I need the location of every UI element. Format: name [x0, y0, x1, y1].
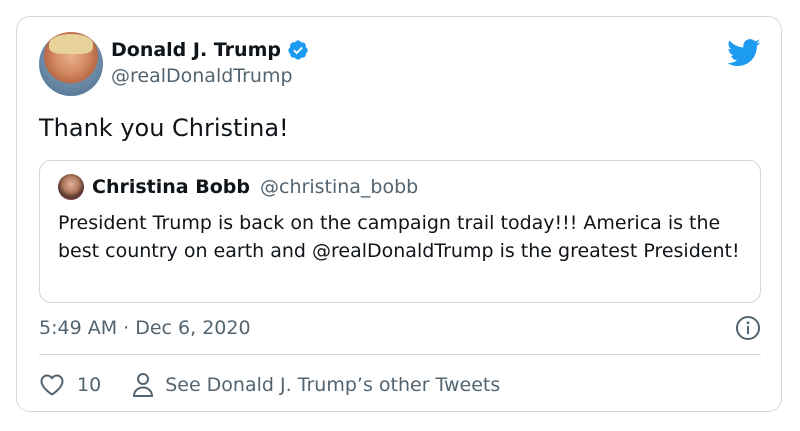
info-icon[interactable] [735, 315, 761, 341]
tweet-text: Thank you Christina! [39, 114, 289, 142]
person-icon [133, 373, 154, 397]
tweet-timestamp[interactable]: 5:49 AM · Dec 6, 2020 [39, 317, 251, 339]
like-count: 10 [77, 374, 102, 396]
author-name-row: Donald J. Trump [111, 39, 309, 61]
action-bar: 10 See Donald J. Trump’s other Tweets [39, 372, 500, 398]
quoted-author-avatar[interactable] [58, 174, 84, 200]
see-other-tweets-link[interactable]: See Donald J. Trump’s other Tweets [131, 372, 500, 398]
quoted-tweet[interactable]: Christina Bobb @christina_bobb President… [39, 160, 761, 303]
verified-badge-icon [288, 40, 308, 60]
quoted-author-handle[interactable]: @christina_bobb [260, 176, 418, 198]
see-other-tweets-label: See Donald J. Trump’s other Tweets [165, 374, 501, 396]
author-handle[interactable]: @realDonaldTrump [111, 65, 293, 87]
like-button[interactable]: 10 [39, 373, 101, 397]
author-display-name[interactable]: Donald J. Trump [111, 39, 281, 61]
quoted-author-display-name[interactable]: Christina Bobb [92, 176, 250, 198]
avatar-hair [49, 34, 93, 54]
twitter-bird-icon[interactable] [727, 39, 761, 67]
author-avatar[interactable] [39, 32, 103, 96]
heart-icon [40, 374, 64, 396]
quoted-author-header: Christina Bobb @christina_bobb [92, 176, 418, 198]
quoted-tweet-text: President Trump is back on the campaign … [58, 212, 740, 262]
tweet-card: Donald J. Trump @realDonaldTrump Thank y… [16, 16, 782, 412]
action-divider [39, 354, 761, 355]
